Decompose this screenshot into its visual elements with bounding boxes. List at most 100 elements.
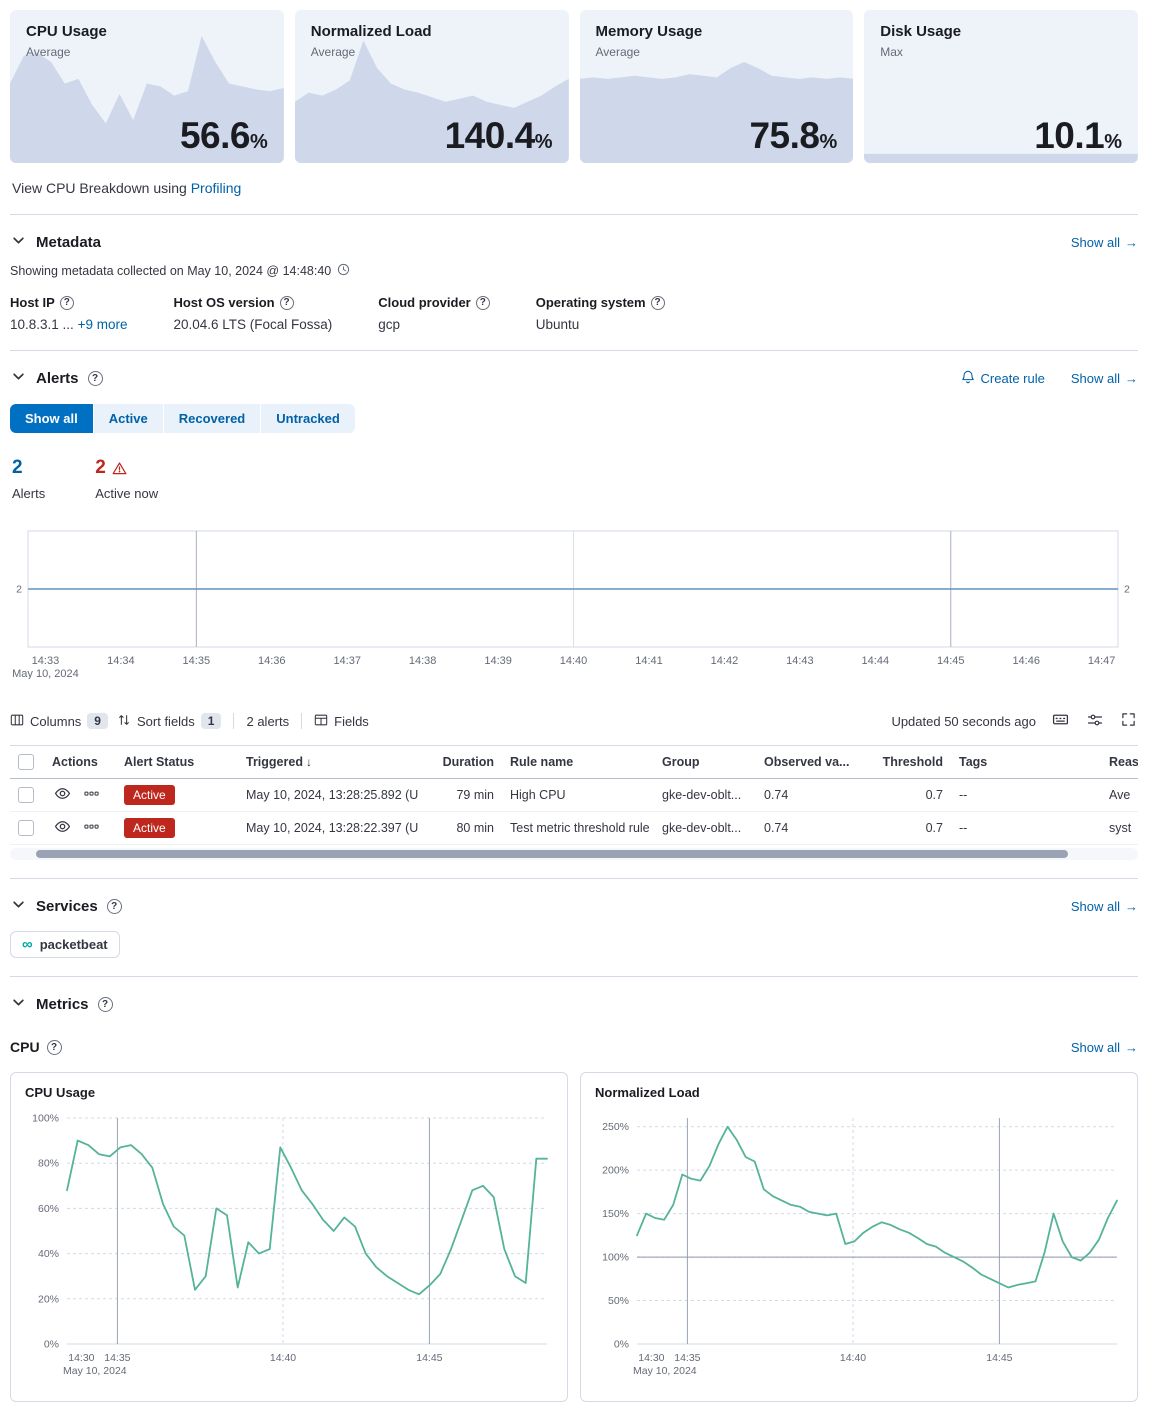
column-header-triggered[interactable]: Triggered↓ [238,746,428,778]
column-header-threshold[interactable]: Threshold [856,746,951,778]
arrow-right-icon: → [1125,1040,1138,1055]
service-badge-packetbeat[interactable]: ∞packetbeat [10,931,120,958]
metrics-help-icon[interactable]: ? [98,997,113,1012]
field-help-icon[interactable]: ? [280,296,294,310]
cell-tags: -- [951,821,1101,835]
more-values-link[interactable]: +9 more [78,317,128,332]
metadata-show-all-link[interactable]: Show all→ [1071,235,1138,250]
alerts-tab[interactable]: Untracked [261,404,355,433]
profiling-link[interactable]: Profiling [191,180,242,196]
column-header-tags[interactable]: Tags [951,746,1101,778]
view-alert-eye-icon[interactable] [54,818,71,838]
kpi-card[interactable]: Normalized Load Average 140.4% [295,10,569,163]
alerts-collapse-button[interactable] [10,368,27,388]
svg-text:150%: 150% [602,1208,629,1220]
alerts-timeline-chart: 14:3314:3414:3514:3614:3714:3814:3914:40… [10,527,1138,679]
svg-text:200%: 200% [602,1165,629,1177]
profiling-text: View CPU Breakdown using [12,180,191,196]
sort-fields-button[interactable]: Sort fields 1 [117,713,222,730]
alerts-tab[interactable]: Active [94,404,164,433]
alerts-table-body: ActiveMay 10, 2024, 13:28:25.892 (U79 mi… [10,779,1138,845]
view-alert-eye-icon[interactable] [54,785,71,805]
metrics-cpu-subtitle: CPU [10,1039,40,1055]
service-name: packetbeat [40,937,108,952]
svg-text:14:39: 14:39 [484,655,512,667]
alerts-tab[interactable]: Show all [10,404,94,433]
create-rule-link[interactable]: Create rule [961,370,1045,387]
row-checkbox[interactable] [18,820,34,836]
services-list: ∞packetbeat [10,916,1138,958]
svg-text:14:40: 14:40 [270,1352,296,1364]
services-collapse-button[interactable] [10,896,27,916]
alerts-help-icon[interactable]: ? [88,371,103,386]
kpi-unit: % [819,131,837,153]
field-help-icon[interactable]: ? [60,296,74,310]
column-header-duration[interactable]: Duration [428,746,502,778]
keyboard-shortcuts-button[interactable] [1050,709,1071,733]
kpi-card[interactable]: Memory Usage Average 75.8% [580,10,854,163]
cell-group: gke-dev-oblt... [654,821,756,835]
kpi-subtitle: Average [311,45,553,59]
clock-icon[interactable] [337,263,350,279]
metrics-show-all-link[interactable]: Show all→ [1071,1040,1138,1055]
kpi-value: 140.4 [445,115,535,156]
summary-count: 2 [12,457,23,479]
kpi-subtitle: Max [880,45,1122,59]
columns-button[interactable]: Columns 9 [10,713,108,730]
svg-text:14:36: 14:36 [258,655,286,667]
fullscreen-button[interactable] [1119,710,1138,732]
normalized-load-chart: 0%50%100%150%200%250%14:3014:3514:4014:4… [591,1108,1127,1391]
alert-table-row: ActiveMay 10, 2024, 13:28:22.397 (U80 mi… [10,812,1138,845]
cpu-help-icon[interactable]: ? [47,1040,62,1055]
kpi-subtitle: Average [596,45,838,59]
kpi-card[interactable]: Disk Usage Max 10.1% [864,10,1138,163]
column-header-group[interactable]: Group [654,746,756,778]
cell-observed-value: 0.74 [756,788,856,802]
column-header-actions[interactable]: Actions [44,746,116,778]
svg-text:14:46: 14:46 [1012,655,1040,667]
cell-triggered: May 10, 2024, 13:28:22.397 (U [238,821,428,835]
cpu-usage-chart: 0%20%40%60%80%100%14:3014:3514:4014:45Ma… [21,1108,557,1391]
cell-rule-name: High CPU [502,788,654,802]
chevron-down-icon [12,370,25,386]
alerts-table: ActionsAlert StatusTriggered↓DurationRul… [10,745,1138,845]
alerts-tab[interactable]: Recovered [164,404,261,433]
column-header-observed-va-[interactable]: Observed va... [756,746,856,778]
fields-button[interactable]: Fields [314,713,369,730]
field-help-icon[interactable]: ? [476,296,490,310]
row-checkbox[interactable] [18,787,34,803]
scrollbar-thumb[interactable] [36,850,1068,858]
alerts-show-all-link[interactable]: Show all→ [1071,371,1138,386]
host-details-page: CPU Usage Average 56.6% Normalized Load … [0,0,1158,1426]
cell-threshold: 0.7 [856,821,951,835]
svg-text:14:44: 14:44 [862,655,890,667]
field-help-icon[interactable]: ? [651,296,665,310]
columns-count-badge: 9 [87,713,108,729]
cell-reason: Ave [1101,788,1138,802]
row-actions-menu-icon[interactable] [84,786,99,804]
metadata-collected-line: Showing metadata collected on May 10, 20… [10,263,1138,279]
services-show-all-link[interactable]: Show all→ [1071,899,1138,914]
svg-text:80%: 80% [38,1158,59,1170]
column-header-reason[interactable]: Reason [1101,746,1138,778]
svg-text:14:33: 14:33 [32,655,60,667]
select-all-checkbox[interactable] [18,754,34,770]
column-header-rule-name[interactable]: Rule name [502,746,654,778]
column-header-alert-status[interactable]: Alert Status [116,746,238,778]
cell-alert-status: Active [116,818,238,838]
svg-text:14:42: 14:42 [711,655,739,667]
svg-text:14:35: 14:35 [104,1352,130,1364]
arrow-right-icon: → [1125,371,1138,386]
kpi-card[interactable]: CPU Usage Average 56.6% [10,10,284,163]
kpi-title: CPU Usage [26,23,268,40]
metadata-collapse-button[interactable] [10,232,27,252]
columns-icon [10,713,24,730]
cell-duration: 80 min [428,821,502,835]
services-help-icon[interactable]: ? [107,899,122,914]
metrics-title: Metrics [36,996,89,1013]
metadata-field-label: Cloud provider [378,295,470,310]
metrics-collapse-button[interactable] [10,994,27,1014]
svg-text:14:40: 14:40 [840,1352,866,1364]
display-options-button[interactable] [1085,710,1105,733]
row-actions-menu-icon[interactable] [84,819,99,837]
